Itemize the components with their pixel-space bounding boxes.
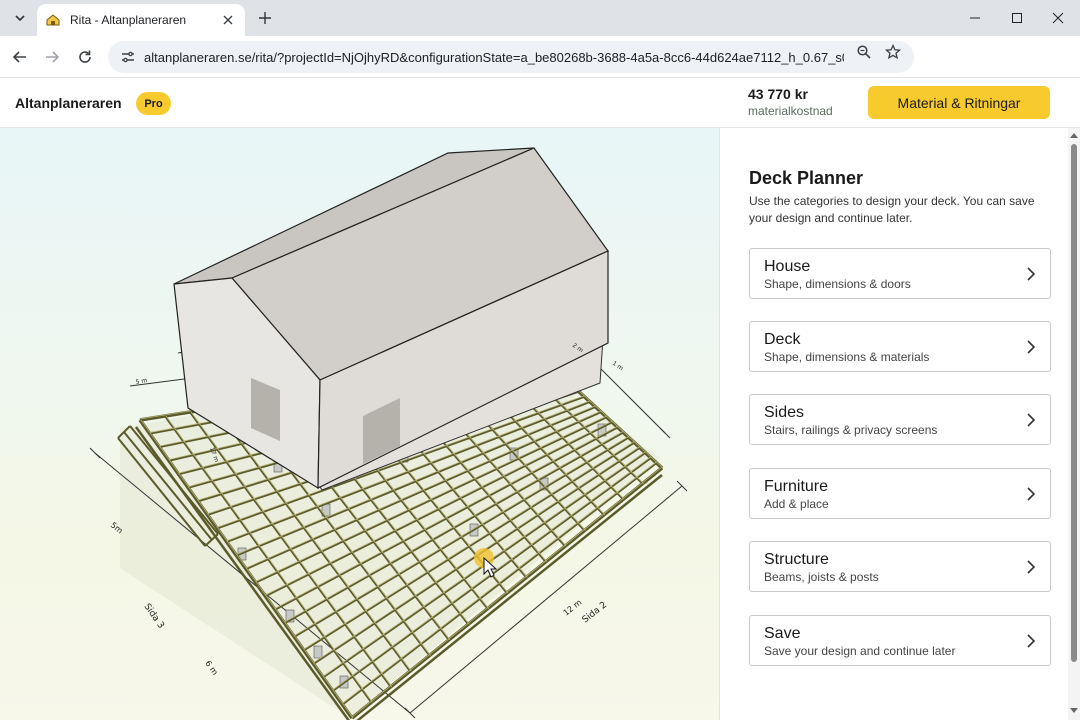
category-subtitle: Add & place: [764, 497, 829, 511]
dim-label-side-2: Sida 2: [581, 600, 609, 625]
scroll-down-icon[interactable]: [1070, 706, 1078, 714]
app-name[interactable]: Altanplaneraren: [15, 95, 122, 111]
maximize-icon[interactable]: [997, 4, 1037, 32]
category-sides[interactable]: Sides Stairs, railings & privacy screens: [749, 394, 1051, 445]
category-title: House: [764, 258, 811, 275]
dim-label-1m: 1 m: [611, 360, 625, 372]
tab-search-chevron-icon[interactable]: [8, 6, 32, 30]
deck-scene: 5m Sida 3 6 m 12 m Sida 2 17 m 2 m 1 m 5…: [89, 147, 688, 720]
pro-badge: Pro: [136, 92, 171, 115]
panel-title: Deck Planner: [749, 168, 864, 188]
category-subtitle: Shape, dimensions & materials: [764, 350, 930, 364]
chevron-right-icon: [1027, 634, 1036, 648]
chevron-right-icon: [1027, 340, 1036, 354]
favicon-icon: [46, 14, 60, 26]
category-subtitle: Stairs, railings & privacy screens: [764, 423, 938, 437]
panel-description: Use the categories to design your deck. …: [749, 194, 1035, 225]
browser-tab[interactable]: Rita - Altanplaneraren: [37, 4, 245, 36]
chevron-right-icon: [1027, 487, 1036, 501]
bookmark-star-icon[interactable]: [883, 42, 903, 62]
category-subtitle: Shape, dimensions & doors: [764, 277, 911, 291]
browser-toolbar: altanplaneraren.se/rita/?projectId=NjOjh…: [0, 36, 1080, 78]
tab-title: Rita - Altanplaneraren: [70, 13, 187, 27]
category-furniture[interactable]: Furniture Add & place: [749, 468, 1051, 519]
address-bar[interactable]: altanplaneraren.se/rita/?projectId=NjOjh…: [108, 41, 914, 73]
chevron-right-icon: [1027, 413, 1036, 427]
category-title: Save: [764, 625, 801, 642]
category-house[interactable]: House Shape, dimensions & doors: [749, 248, 1051, 299]
zoom-icon[interactable]: [854, 42, 874, 62]
back-arrow-icon[interactable]: [6, 43, 34, 71]
new-tab-plus-icon[interactable]: [253, 6, 277, 30]
chevron-right-icon: [1027, 267, 1036, 281]
scroll-up-icon[interactable]: [1070, 132, 1078, 140]
deck-3d-viewport[interactable]: 5m Sida 3 6 m 12 m Sida 2 17 m 2 m 1 m 5…: [0, 128, 720, 720]
category-title: Furniture: [764, 478, 829, 495]
dim-label-6m: 6 m: [203, 659, 219, 677]
category-subtitle: Save your design and continue later: [764, 644, 956, 658]
tab-close-icon[interactable]: [219, 11, 237, 29]
scroll-thumb[interactable]: [1071, 144, 1077, 662]
app-header: Altanplaneraren Pro 43 770 kr materialko…: [0, 79, 1080, 128]
dim-label-12m: 12 m: [562, 598, 584, 618]
category-save[interactable]: Save Save your design and continue later: [749, 615, 1051, 666]
category-title: Structure: [764, 551, 829, 568]
minimize-icon[interactable]: [955, 4, 995, 32]
category-structure[interactable]: Structure Beams, joists & posts: [749, 541, 1051, 592]
category-title: Deck: [764, 331, 801, 348]
tab-bar: Rita - Altanplaneraren: [0, 0, 1080, 36]
url-text: altanplaneraren.se/rita/?projectId=NjOjh…: [144, 49, 844, 65]
material-cost-amount: 43 770 kr: [748, 86, 808, 102]
reload-icon[interactable]: [71, 43, 99, 71]
close-window-icon[interactable]: [1038, 4, 1078, 32]
dim-label-5m-b: 5 m: [135, 377, 148, 386]
panel-scrollbar[interactable]: [1068, 128, 1080, 720]
chevron-right-icon: [1027, 560, 1036, 574]
dim-label-side-3: Sida 3: [142, 602, 166, 631]
category-subtitle: Beams, joists & posts: [764, 570, 879, 584]
deck-planner-panel: Deck Planner Use the categories to desig…: [719, 128, 1080, 720]
site-info-icon[interactable]: [118, 47, 138, 67]
category-deck[interactable]: Deck Shape, dimensions & materials: [749, 321, 1051, 372]
material-cost-label: materialkostnad: [748, 104, 833, 118]
forward-arrow-icon[interactable]: [38, 43, 66, 71]
material-drawings-button[interactable]: Material & Ritningar: [868, 86, 1050, 119]
category-title: Sides: [764, 404, 805, 421]
